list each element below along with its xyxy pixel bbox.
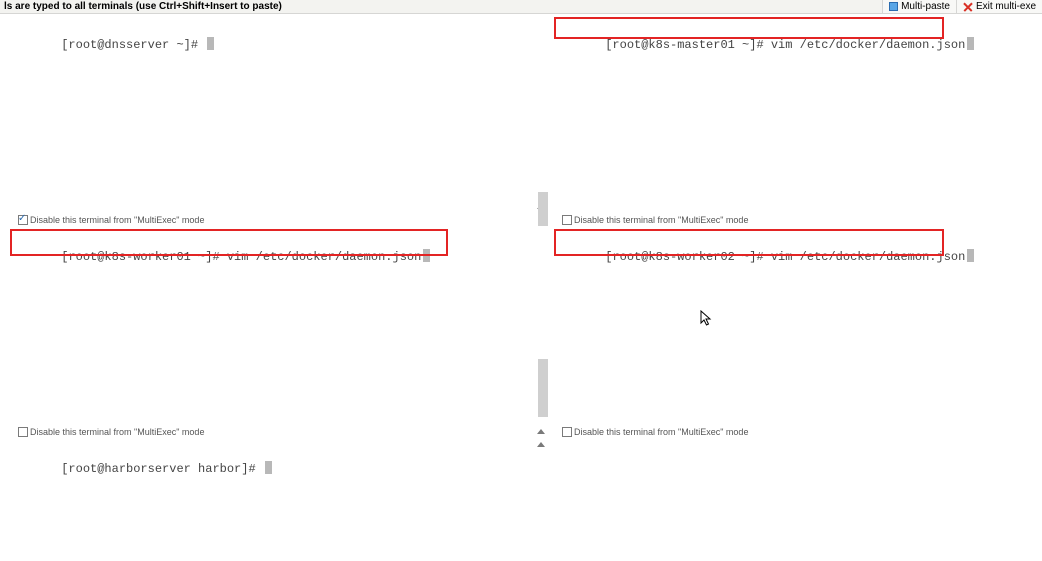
disable-label: Disable this terminal from "MultiExec" m…	[30, 215, 204, 225]
multi-paste-label: Multi-paste	[901, 1, 950, 12]
terminal-pane-k8s-worker01[interactable]: [root@k8s-worker01 ~]# vim /etc/docker/d…	[10, 226, 546, 438]
disable-label: Disable this terminal from "MultiExec" m…	[574, 215, 748, 225]
disable-multiexec-checkbox[interactable]: Disable this terminal from "MultiExec" m…	[18, 215, 204, 225]
multi-paste-icon	[889, 2, 898, 11]
terminal-output[interactable]: [root@k8s-worker02 ~]# vim /etc/docker/d…	[554, 226, 1042, 284]
cursor-icon	[207, 37, 214, 50]
disable-multiexec-checkbox[interactable]: Disable this terminal from "MultiExec" m…	[562, 215, 748, 225]
cursor-icon	[265, 461, 272, 474]
shell-prompt: [root@dnsserver ~]#	[61, 38, 205, 52]
checkbox-icon[interactable]	[562, 215, 572, 225]
terminal-output[interactable]: [root@k8s-worker01 ~]# vim /etc/docker/d…	[10, 226, 546, 284]
exit-multiexec-button[interactable]: Exit multi-exe	[956, 0, 1042, 13]
exit-multiexec-label: Exit multi-exe	[976, 1, 1036, 12]
shell-prompt: [root@k8s-master01 ~]#	[605, 38, 771, 52]
terminal-pane-k8s-master01[interactable]: [root@k8s-master01 ~]# vim /etc/docker/d…	[554, 14, 1042, 226]
typing-hint-text: ls are typed to all terminals (use Ctrl+…	[4, 1, 282, 12]
scroll-up-icon[interactable]	[537, 442, 545, 447]
top-info-bar: ls are typed to all terminals (use Ctrl+…	[0, 0, 1042, 14]
cursor-icon	[967, 249, 974, 262]
shell-command: vim /etc/docker/daemon.json	[771, 250, 965, 264]
checkbox-icon[interactable]	[18, 215, 28, 225]
scrollbar-thumb[interactable]	[538, 192, 548, 226]
scrollbar-thumb[interactable]	[538, 359, 548, 417]
terminal-output[interactable]: [root@dnsserver ~]#	[10, 14, 546, 72]
scroll-up-icon[interactable]	[537, 429, 545, 434]
terminal-output[interactable]: [root@harborserver harbor]#	[10, 438, 546, 496]
shell-prompt: [root@k8s-worker02 ~]#	[605, 250, 771, 264]
checkbox-icon[interactable]	[18, 427, 28, 437]
shell-prompt: [root@k8s-worker01 ~]#	[61, 250, 227, 264]
terminal-output[interactable]: [root@k8s-master01 ~]# vim /etc/docker/d…	[554, 14, 1042, 72]
terminal-pane-k8s-worker02[interactable]: [root@k8s-worker02 ~]# vim /etc/docker/d…	[554, 226, 1042, 438]
terminal-pane-harborserver[interactable]: [root@harborserver harbor]#	[10, 438, 546, 561]
cursor-icon	[423, 249, 430, 262]
disable-label: Disable this terminal from "MultiExec" m…	[30, 427, 204, 437]
disable-multiexec-checkbox[interactable]: Disable this terminal from "MultiExec" m…	[562, 427, 748, 437]
checkbox-icon[interactable]	[562, 427, 572, 437]
shell-command: vim /etc/docker/daemon.json	[771, 38, 965, 52]
multi-paste-button[interactable]: Multi-paste	[882, 0, 956, 13]
close-icon	[963, 2, 973, 12]
terminal-grid: [root@dnsserver ~]# Disable this termina…	[10, 14, 1042, 561]
shell-command: vim /etc/docker/daemon.json	[227, 250, 421, 264]
cursor-icon	[967, 37, 974, 50]
terminal-pane-dnsserver[interactable]: [root@dnsserver ~]# Disable this termina…	[10, 14, 546, 226]
disable-label: Disable this terminal from "MultiExec" m…	[574, 427, 748, 437]
topbar-buttons: Multi-paste Exit multi-exe	[882, 0, 1042, 13]
disable-multiexec-checkbox[interactable]: Disable this terminal from "MultiExec" m…	[18, 427, 204, 437]
shell-prompt: [root@harborserver harbor]#	[61, 462, 263, 476]
